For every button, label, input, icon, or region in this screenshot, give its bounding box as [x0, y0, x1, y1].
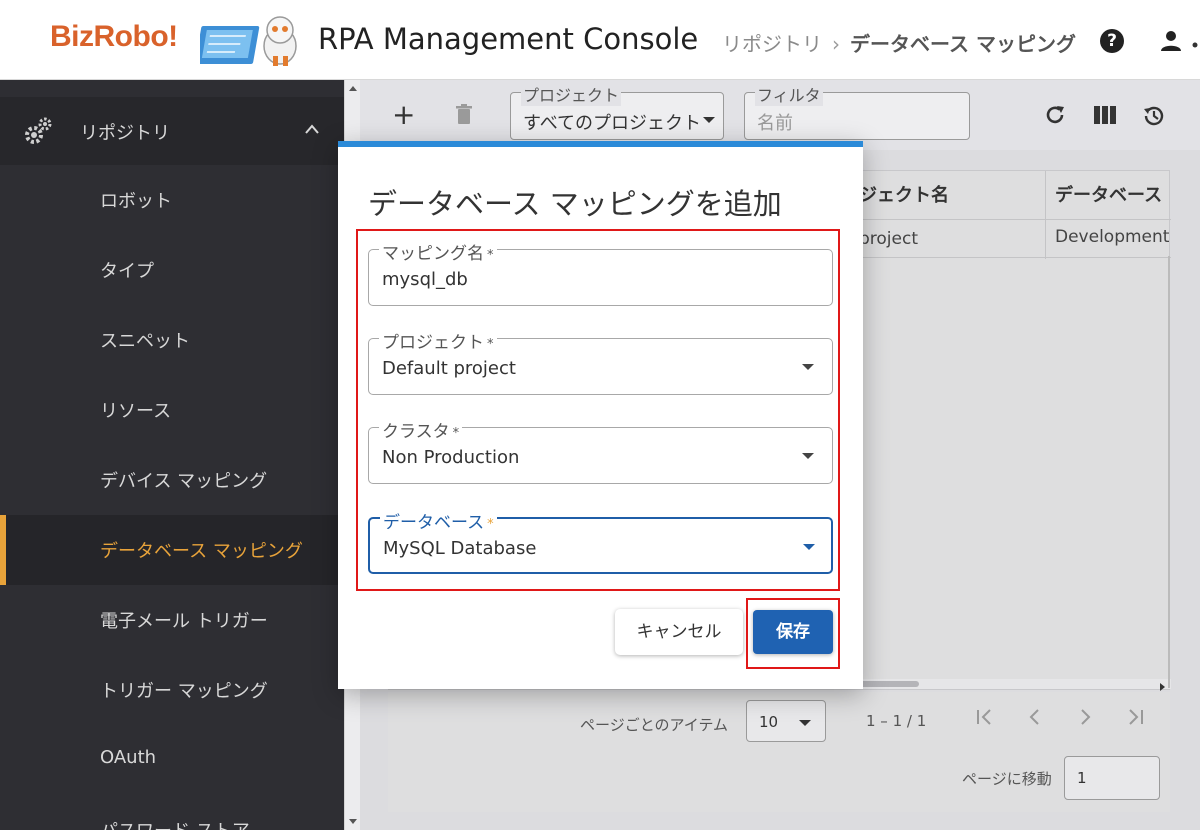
sidebar-group-label: リポジトリ: [80, 123, 170, 144]
sidebar-item-robots[interactable]: ロボット: [0, 165, 344, 235]
scroll-down-icon[interactable]: [349, 819, 357, 824]
caret-down-icon: [799, 720, 811, 726]
database-select[interactable]: データベース * MySQL Database: [368, 508, 833, 574]
sidebar-item-label: ロボット: [100, 191, 172, 212]
first-page-icon[interactable]: [974, 706, 996, 728]
project-label: プロジェクト *: [379, 328, 497, 353]
sidebar-item-email-trigger[interactable]: 電子メール トリガー: [0, 585, 344, 655]
caret-down-icon: [703, 117, 715, 123]
sidebar-item-device-mapping[interactable]: デバイス マッピング: [0, 445, 344, 515]
mapping-name-label: マッピング名 *: [379, 239, 497, 264]
breadcrumb-separator-icon: ›: [832, 32, 840, 56]
filter-placeholder: 名前: [757, 113, 793, 134]
sidebar-item-label: トリガー マッピング: [100, 681, 268, 702]
items-per-page-select[interactable]: 10: [746, 700, 826, 742]
cell-database[interactable]: Development: [1055, 227, 1171, 247]
user-icon[interactable]: [1160, 30, 1182, 52]
sidebar-item-label: タイプ: [100, 261, 154, 282]
next-page-icon[interactable]: [1074, 706, 1096, 728]
sidebar-item-label: スニペット: [100, 331, 190, 352]
trash-icon[interactable]: [456, 104, 472, 124]
goto-page-input[interactable]: 1: [1064, 756, 1160, 800]
sidebar-item-trigger-mapping[interactable]: トリガー マッピング: [0, 655, 344, 725]
project-filter-select[interactable]: プロジェクト すべてのプロジェクト: [510, 82, 724, 140]
breadcrumb-parent[interactable]: リポジトリ: [722, 32, 822, 56]
save-button[interactable]: 保存: [753, 610, 833, 654]
sidebar-item-types[interactable]: タイプ: [0, 235, 344, 305]
cancel-button[interactable]: キャンセル: [615, 609, 743, 655]
items-per-page-label: ページごとのアイテム: [580, 716, 729, 734]
sidebar-item-label: OAuth: [100, 747, 157, 768]
cluster-select[interactable]: クラスタ * Non Production: [368, 417, 833, 484]
robot-mascot-icon: [200, 16, 297, 66]
sidebar-item-label: パスワード ストア: [100, 817, 250, 830]
mapping-name-input[interactable]: マッピング名 * mysql_db: [368, 239, 833, 306]
refresh-icon[interactable]: [1044, 104, 1066, 126]
sidebar-item-database-mapping[interactable]: データベース マッピング: [0, 515, 344, 585]
sidebar-item-label: リソース: [100, 401, 172, 422]
project-select[interactable]: プロジェクト * Default project: [368, 328, 833, 395]
toolbar: + プロジェクト すべてのプロジェクト フィルタ 名前: [360, 80, 1200, 150]
chevron-up-icon[interactable]: [304, 123, 320, 135]
caret-down-icon: [802, 364, 814, 370]
goto-page-value: 1: [1077, 769, 1087, 787]
gear-icon: [25, 117, 52, 144]
cluster-value: Non Production: [382, 447, 520, 468]
dialog-title: データベース マッピングを追加: [368, 187, 782, 221]
column-divider: [1045, 171, 1046, 259]
scroll-up-icon[interactable]: [349, 86, 357, 91]
pagination: ページごとのアイテム 10 1 – 1 / 1 ページに移動 1: [388, 692, 1170, 812]
user-menu-chevron-icon[interactable]: [1192, 40, 1198, 50]
project-filter-value: すべてのプロジェクト: [523, 113, 702, 134]
plus-icon[interactable]: +: [392, 98, 415, 131]
last-page-icon[interactable]: [1124, 706, 1146, 728]
add-database-mapping-dialog: データベース マッピングを追加 マッピング名 * mysql_db プロジェクト *…: [338, 141, 863, 689]
breadcrumb-current: データベース マッピング: [850, 32, 1076, 56]
caret-down-icon: [803, 544, 815, 550]
sidebar-item-resources[interactable]: リソース: [0, 375, 344, 445]
column-header-database[interactable]: データベース: [1055, 171, 1171, 221]
cluster-label: クラスタ *: [379, 417, 463, 442]
database-value: MySQL Database: [383, 538, 537, 559]
column-header-project[interactable]: ジェクト名: [859, 171, 1049, 221]
items-per-page-value: 10: [759, 713, 779, 731]
caret-down-icon: [802, 453, 814, 459]
logo-text: BizRobo!: [50, 20, 178, 53]
history-icon[interactable]: [1142, 104, 1166, 128]
project-filter-label: プロジェクト: [521, 82, 622, 106]
previous-page-icon[interactable]: [1024, 706, 1046, 728]
goto-page-label: ページに移動: [962, 770, 1052, 788]
name-filter-input[interactable]: フィルタ 名前: [744, 82, 970, 140]
sidebar-item-oauth[interactable]: OAuth: [0, 725, 344, 795]
app-header: BizRobo! RPA Management Console リポジトリ › デー…: [0, 0, 1200, 80]
sidebar-item-snippets[interactable]: スニペット: [0, 305, 344, 375]
sidebar-item-label: デバイス マッピング: [100, 471, 268, 492]
project-value: Default project: [382, 358, 516, 379]
page-range: 1 – 1 / 1: [866, 712, 927, 730]
breadcrumb: リポジトリ › データベース マッピング: [722, 28, 1076, 57]
bizrobo-logo[interactable]: BizRobo!: [50, 12, 300, 68]
sidebar-item-label: データベース マッピング: [100, 541, 303, 562]
filter-label: フィルタ: [755, 82, 823, 106]
scroll-right-icon[interactable]: [1160, 683, 1165, 691]
sidebar-item-label: 電子メール トリガー: [100, 611, 268, 632]
table-vertical-scrollbar[interactable]: [1168, 256, 1170, 688]
sidebar-group-repository[interactable]: リポジトリ: [0, 97, 344, 165]
columns-icon[interactable]: [1094, 106, 1116, 124]
mapping-name-value: mysql_db: [382, 269, 468, 290]
sidebar-item-password-store[interactable]: パスワード ストア: [0, 795, 344, 830]
help-icon[interactable]: ?: [1100, 29, 1124, 53]
database-label: データベース *: [380, 508, 497, 533]
app-title: RPA Management Console: [318, 22, 699, 56]
sidebar: リポジトリ ロボット タイプ スニペット リソース デバイス マッピング データ…: [0, 80, 344, 830]
cell-project[interactable]: project: [859, 229, 1039, 249]
